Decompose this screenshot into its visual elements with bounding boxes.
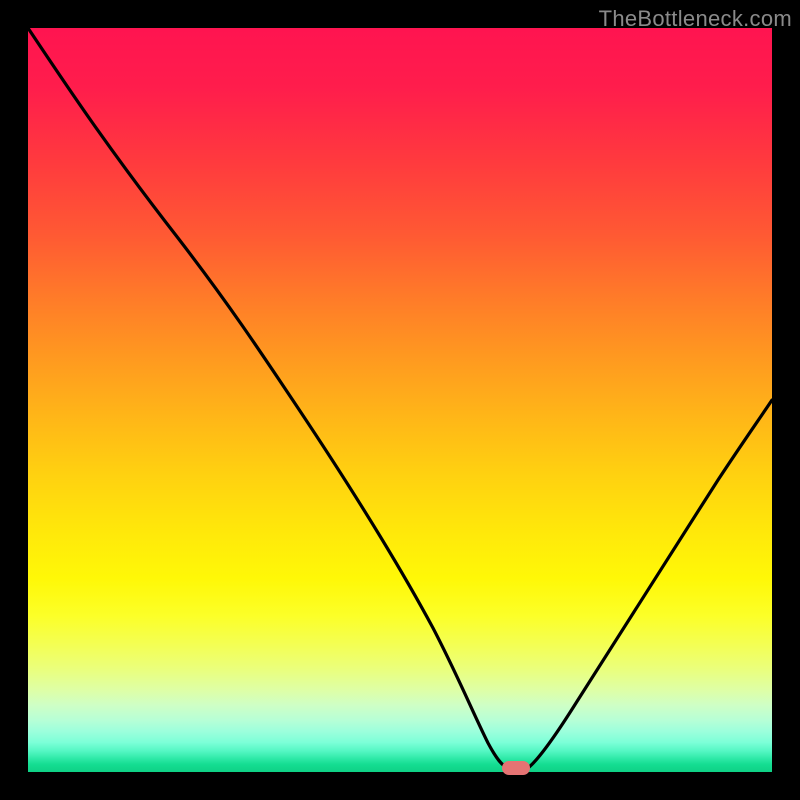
chart-frame: TheBottleneck.com xyxy=(0,0,800,800)
curve-layer xyxy=(28,28,772,772)
watermark-text: TheBottleneck.com xyxy=(599,6,792,32)
optimal-marker xyxy=(502,761,530,775)
plot-area xyxy=(28,28,772,772)
bottleneck-curve xyxy=(28,28,772,768)
